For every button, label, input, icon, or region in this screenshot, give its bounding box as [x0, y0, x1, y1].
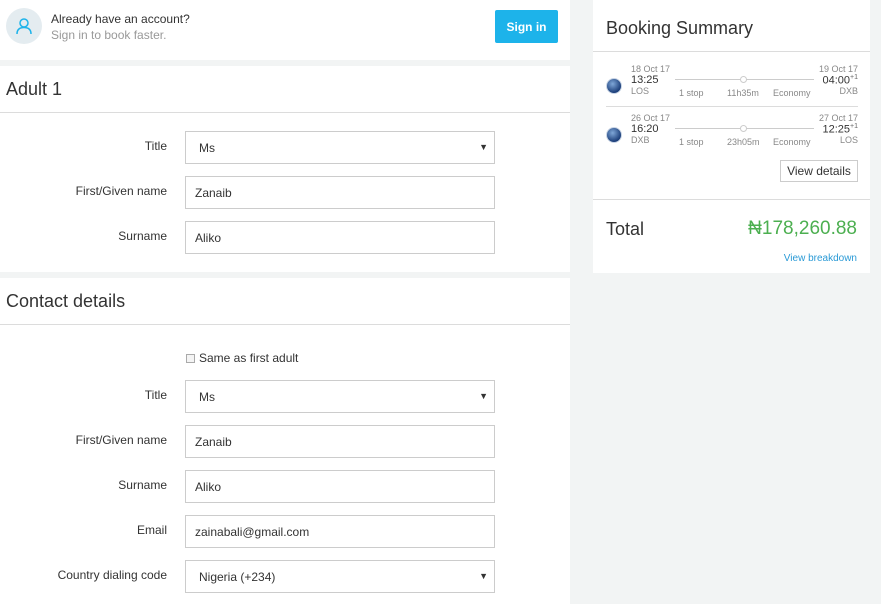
airline-logo-icon: [606, 127, 622, 143]
view-details-button[interactable]: View details: [780, 160, 858, 182]
stop-dot: [740, 76, 747, 83]
contact-email-label: Email: [136, 523, 167, 537]
contact-section: Contact details Same as first adult Titl…: [0, 278, 570, 604]
adult-surname-label: Surname: [118, 229, 167, 243]
adult-title-label: Title: [144, 139, 167, 153]
departure-date: 18 Oct 17: [631, 64, 671, 74]
signin-line-1: Already have an account?: [51, 12, 190, 26]
contact-email-input[interactable]: zainabali@gmail.com: [185, 515, 495, 548]
cabin: Economy: [773, 88, 811, 98]
adult-first-row: First/Given name Zanaib: [0, 176, 570, 209]
total-label: Total: [606, 219, 645, 239]
contact-title-label: Title: [144, 388, 167, 402]
contact-first-name-input[interactable]: Zanaib: [185, 425, 495, 458]
contact-heading: Contact details: [0, 278, 570, 325]
adult-section: Adult 1 Title Ms ▼ First/Given name Zana…: [0, 66, 570, 272]
caret-down-icon: ▼: [479, 142, 488, 152]
stops: 1 stop: [679, 88, 704, 98]
arrival-time-value: 12:25: [822, 123, 851, 136]
departure-airport: DXB: [631, 135, 650, 145]
contact-first-label: First/Given name: [75, 433, 167, 447]
contact-surname-label: Surname: [118, 478, 167, 492]
booking-summary: Booking Summary 18 Oct 17 13:25 LOS 1 st…: [593, 0, 870, 273]
flight-leg-return: 26 Oct 17 16:20 DXB 1 stop 23h05m Econom…: [593, 113, 870, 158]
departure-time: 13:25: [631, 74, 659, 86]
contact-title-select[interactable]: Ms ▼: [185, 380, 495, 413]
contact-title-value: Ms: [199, 390, 215, 404]
adult-surname-input[interactable]: Aliko: [185, 221, 495, 254]
divider: [593, 51, 870, 52]
contact-first-row: First/Given name Zanaib: [0, 425, 570, 458]
duration: 11h35m: [727, 88, 759, 98]
caret-down-icon: ▼: [479, 571, 488, 581]
signin-line-2: Sign in to book faster.: [51, 28, 167, 42]
arrival-airport: LOS: [839, 135, 858, 145]
user-icon: [6, 8, 42, 44]
departure-airport: LOS: [631, 86, 650, 96]
contact-title-row: Title Ms ▼: [0, 380, 570, 413]
arrival-time: 04:00+1: [822, 74, 858, 87]
same-as-label: Same as first adult: [199, 351, 299, 365]
contact-country-label: Country dialing code: [57, 568, 167, 582]
duration: 23h05m: [727, 137, 760, 147]
stops: 1 stop: [679, 137, 704, 147]
caret-down-icon: ▼: [479, 391, 488, 401]
contact-surname-row: Surname Aliko: [0, 470, 570, 503]
contact-surname-input[interactable]: Aliko: [185, 470, 495, 503]
departure-time: 16:20: [631, 123, 659, 135]
passenger-form: Already have an account? Sign in to book…: [0, 0, 570, 604]
flight-leg-outbound: 18 Oct 17 13:25 LOS 1 stop 11h35m Econom…: [593, 64, 870, 109]
stop-dot: [740, 125, 747, 132]
airline-logo-icon: [606, 78, 622, 94]
same-as-first-adult[interactable]: Same as first adult: [186, 351, 298, 365]
contact-email-row: Email zainabali@gmail.com: [0, 515, 570, 548]
arrival-time-value: 04:00: [822, 74, 851, 87]
adult-title-select[interactable]: Ms ▼: [185, 131, 495, 164]
view-breakdown-link[interactable]: View breakdown: [784, 253, 857, 264]
booking-summary-title: Booking Summary: [606, 18, 754, 38]
arrival-date: 19 Oct 17: [818, 64, 858, 74]
country-code-value: Nigeria (+234): [199, 570, 276, 584]
leg-divider: [606, 106, 858, 107]
next-day-marker: +1: [850, 74, 858, 81]
adult-surname-row: Surname Aliko: [0, 221, 570, 254]
arrival-time: 12:25+1: [822, 123, 858, 136]
signin-bar: Already have an account? Sign in to book…: [0, 0, 570, 60]
signin-prompt: Already have an account? Sign in to book…: [51, 11, 190, 43]
adult-first-label: First/Given name: [75, 184, 167, 198]
same-as-checkbox[interactable]: [186, 354, 195, 363]
adult-title-value: Ms: [199, 141, 215, 155]
sign-in-button[interactable]: Sign in: [495, 10, 558, 43]
contact-country-row: Country dialing code Nigeria (+234) ▼: [0, 560, 570, 593]
total-price: ₦178,260.88: [748, 218, 857, 239]
country-code-select[interactable]: Nigeria (+234) ▼: [185, 560, 495, 593]
next-day-marker: +1: [850, 123, 858, 130]
arrival-airport: DXB: [839, 86, 858, 96]
adult-heading: Adult 1: [0, 66, 570, 113]
adult-title-row: Title Ms ▼: [0, 131, 570, 164]
adult-first-name-input[interactable]: Zanaib: [185, 176, 495, 209]
departure-date: 26 Oct 17: [631, 113, 671, 123]
cabin: Economy: [773, 137, 811, 147]
divider: [593, 199, 870, 200]
arrival-date: 27 Oct 17: [818, 113, 858, 123]
